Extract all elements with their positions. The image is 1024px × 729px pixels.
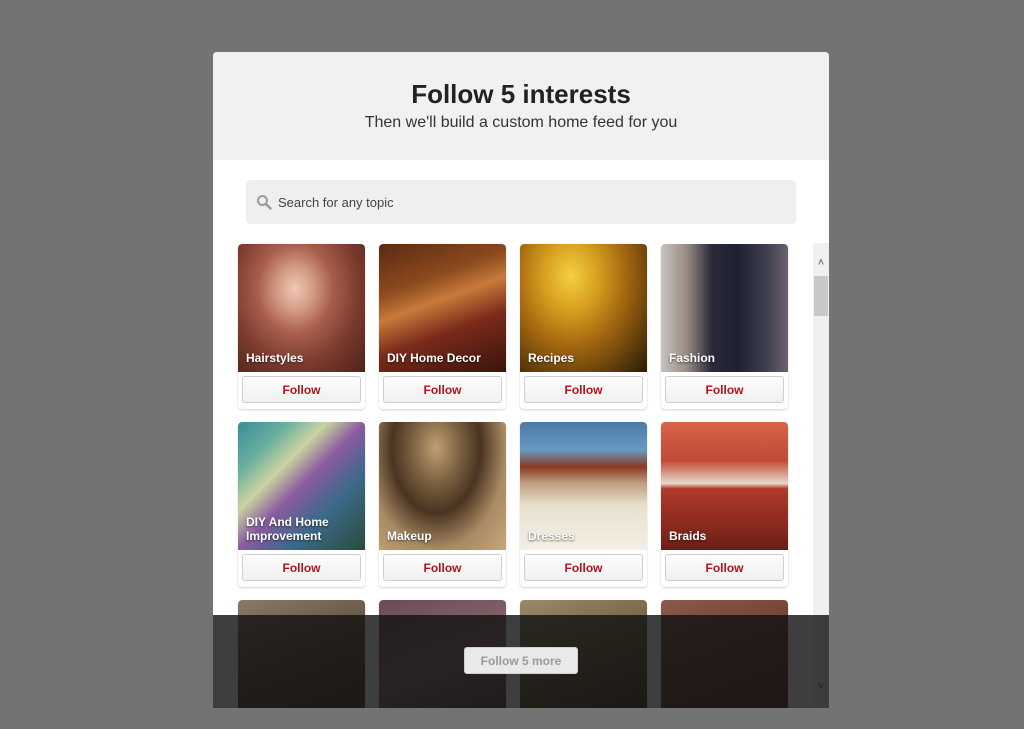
chevron-up-icon[interactable]: ˄ (813, 255, 829, 271)
interest-card-dresses: Dresses Follow (520, 422, 647, 587)
follow-button[interactable]: Follow (242, 376, 361, 403)
interest-card-braids: Braids Follow (661, 422, 788, 587)
search-icon (257, 195, 272, 210)
scrollbar-thumb[interactable] (814, 276, 828, 316)
interest-label: Hairstyles (246, 351, 304, 365)
interest-label: Dresses (528, 529, 575, 543)
interest-label: DIY And Home Improvement (246, 515, 329, 543)
interest-card-hairstyles: Hairstyles Follow (238, 244, 365, 409)
modal-header: Follow 5 interests Then we'll build a cu… (213, 52, 829, 160)
interest-image[interactable]: Hairstyles (238, 244, 365, 372)
interests-modal: Follow 5 interests Then we'll build a cu… (213, 52, 829, 708)
interest-card-recipes: Recipes Follow (520, 244, 647, 409)
follow-button[interactable]: Follow (524, 554, 643, 581)
interest-image[interactable]: Dresses (520, 422, 647, 550)
footer-bar: Follow 5 more (213, 615, 829, 708)
interest-image[interactable]: DIY And Home Improvement (238, 422, 365, 550)
interest-image[interactable]: DIY Home Decor (379, 244, 506, 372)
interest-card-diy-and-home-improvement: DIY And Home Improvement Follow (238, 422, 365, 587)
follow-button[interactable]: Follow (524, 376, 643, 403)
modal-subtitle: Then we'll build a custom home feed for … (364, 114, 678, 131)
interest-label: Braids (669, 529, 707, 543)
interest-label: Fashion (669, 351, 716, 365)
interest-card-makeup: Makeup Follow (379, 422, 506, 587)
interest-card-diy-home-decor: DIY Home Decor Follow (379, 244, 506, 409)
search-bar[interactable] (246, 180, 796, 224)
follow-button[interactable]: Follow (665, 376, 784, 403)
follow-button[interactable]: Follow (242, 554, 361, 581)
search-input[interactable] (276, 180, 780, 224)
follow-button[interactable]: Follow (383, 554, 502, 581)
interest-image[interactable]: Makeup (379, 422, 506, 550)
follow-button[interactable]: Follow (665, 554, 784, 581)
interest-image[interactable]: Fashion (661, 244, 788, 372)
interest-label: Makeup (387, 529, 432, 543)
interest-image[interactable]: Braids (661, 422, 788, 550)
interest-image[interactable]: Recipes (520, 244, 647, 372)
modal-title: Follow 5 interests (411, 79, 631, 109)
follow-more-button[interactable]: Follow 5 more (464, 647, 578, 674)
interest-label: DIY Home Decor (387, 351, 481, 365)
interest-label: Recipes (528, 351, 575, 365)
interest-card-fashion: Fashion Follow (661, 244, 788, 409)
follow-button[interactable]: Follow (383, 376, 502, 403)
